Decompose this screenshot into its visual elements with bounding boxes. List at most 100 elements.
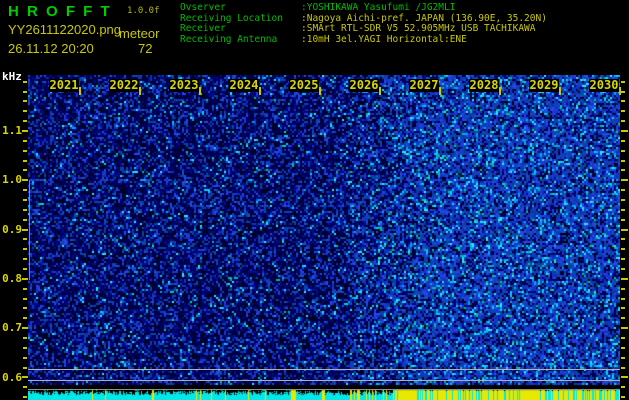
freq-tick-mark <box>23 258 27 261</box>
freq-tick-mark <box>621 179 628 182</box>
freq-tick-mark <box>621 218 625 221</box>
freq-tick-mark <box>621 198 625 201</box>
freq-tick-mark <box>23 287 27 290</box>
time-tick-mark <box>499 87 501 95</box>
freq-tick-mark <box>621 139 625 142</box>
freq-tick-mark <box>621 277 628 280</box>
freq-tick-mark <box>22 327 28 330</box>
freq-tick-mark <box>621 297 625 300</box>
freq-tick-mark <box>621 129 628 132</box>
freq-tick-mark <box>621 159 625 162</box>
reference-line-upper <box>28 369 620 370</box>
freq-tick-label: 0.6 <box>2 370 22 384</box>
freq-tick-mark <box>621 169 625 172</box>
freq-tick-mark <box>23 386 27 389</box>
freq-tick-mark <box>23 346 27 349</box>
freq-tick-mark <box>23 396 27 399</box>
freq-tick-mark <box>23 366 27 369</box>
freq-tick-mark <box>23 80 27 83</box>
time-tick-mark <box>379 87 381 95</box>
info-value: :SMArt RTL-SDR V5 52.905MHz USB TACHIKAW… <box>301 23 536 34</box>
time-tick-label: 2028 <box>469 78 499 92</box>
freq-tick-label: 0.9 <box>2 222 22 236</box>
time-tick-label: 2029 <box>529 78 559 92</box>
freq-tick-mark <box>621 386 625 389</box>
freq-tick-mark <box>621 90 625 93</box>
freq-tick-label: 1.0 <box>2 173 22 187</box>
observation-info: Ovserver:YOSHIKAWA Yasufumi /JG2MLI Recei… <box>180 2 547 46</box>
freq-tick-mark <box>23 297 27 300</box>
info-label: Receiver <box>180 23 226 34</box>
freq-tick-mark <box>621 336 625 339</box>
echo-count: 72 <box>138 41 153 56</box>
freq-tick-mark <box>23 100 27 103</box>
info-row: Receiving Antenna:10mH 3el.YAGI Horizont… <box>180 33 547 46</box>
info-value: :Nagoya Aichi-pref. JAPAN (136.90E, 35.2… <box>301 12 547 24</box>
time-tick-mark <box>139 87 141 95</box>
observation-timestamp: 26.11.12 20:20 <box>8 41 94 56</box>
freq-tick-mark <box>23 189 27 192</box>
time-tick-mark <box>439 87 441 95</box>
freq-tick-label: 1.1 <box>2 124 22 137</box>
freq-tick-mark <box>22 179 28 182</box>
hrofft-window: H R O F F T 1.0.0f YY2611122020.png mete… <box>0 0 629 400</box>
freq-tick-mark <box>22 376 28 379</box>
time-tick-label: 2025 <box>289 78 319 92</box>
reference-line-lower <box>28 380 620 381</box>
time-tick-mark <box>259 87 261 95</box>
freq-tick-mark <box>23 159 27 162</box>
freq-tick-mark <box>23 238 27 241</box>
freq-tick-mark <box>621 396 625 399</box>
signal-band-baseline <box>28 389 620 390</box>
freq-tick-label: 0.8 <box>2 271 22 285</box>
time-tick-label: 2022 <box>109 78 139 92</box>
freq-tick-mark <box>22 228 28 231</box>
app-version: 1.0.0f <box>127 6 160 16</box>
freq-tick-mark <box>621 258 625 261</box>
freq-tick-mark <box>23 248 27 251</box>
time-tick-label: 2024 <box>229 78 259 92</box>
info-value: :10mH 3el.YAGI Horizontal:ENE <box>301 33 467 45</box>
freq-tick-mark <box>621 80 625 83</box>
time-tick-label: 2026 <box>349 78 379 92</box>
freq-tick-mark <box>621 376 628 379</box>
time-tick-label: 2021 <box>49 78 79 92</box>
freq-tick-mark <box>621 100 625 103</box>
time-tick-mark <box>319 87 321 95</box>
freq-tick-mark <box>621 238 625 241</box>
mode-label: meteor <box>119 26 160 41</box>
freq-tick-mark <box>23 169 27 172</box>
freq-tick-mark <box>23 267 27 270</box>
info-value: :YOSHIKAWA Yasufumi /JG2MLI <box>301 2 456 13</box>
time-tick-label: 2023 <box>169 78 199 92</box>
spectrogram-canvas <box>28 75 620 400</box>
freq-tick-mark <box>621 366 625 369</box>
freq-tick-label: 0.7 <box>2 321 22 335</box>
freq-tick-mark <box>23 317 27 320</box>
time-tick-mark <box>199 87 201 95</box>
freq-tick-mark <box>22 129 28 132</box>
freq-tick-mark <box>23 336 27 339</box>
freq-tick-mark <box>621 317 625 320</box>
freq-tick-mark <box>23 307 27 310</box>
freq-tick-mark <box>23 198 27 201</box>
freq-tick-mark <box>621 208 625 211</box>
freq-tick-mark <box>621 149 625 152</box>
output-filename: YY2611122020.png <box>8 22 122 37</box>
time-tick-mark <box>79 87 81 95</box>
freq-tick-mark <box>621 267 625 270</box>
freq-tick-mark <box>23 110 27 113</box>
freq-tick-mark <box>621 248 625 251</box>
freq-tick-mark <box>621 307 625 310</box>
freq-tick-mark <box>23 149 27 152</box>
time-tick-label: 2027 <box>409 78 439 92</box>
freq-tick-mark <box>621 228 628 231</box>
freq-tick-mark <box>621 120 625 123</box>
frequency-axis-unit: kHz <box>2 70 22 83</box>
freq-tick-mark <box>23 139 27 142</box>
freq-tick-mark <box>23 90 27 93</box>
freq-tick-mark <box>621 327 628 330</box>
freq-tick-mark <box>23 120 27 123</box>
freq-tick-mark <box>23 208 27 211</box>
freq-tick-mark <box>23 218 27 221</box>
